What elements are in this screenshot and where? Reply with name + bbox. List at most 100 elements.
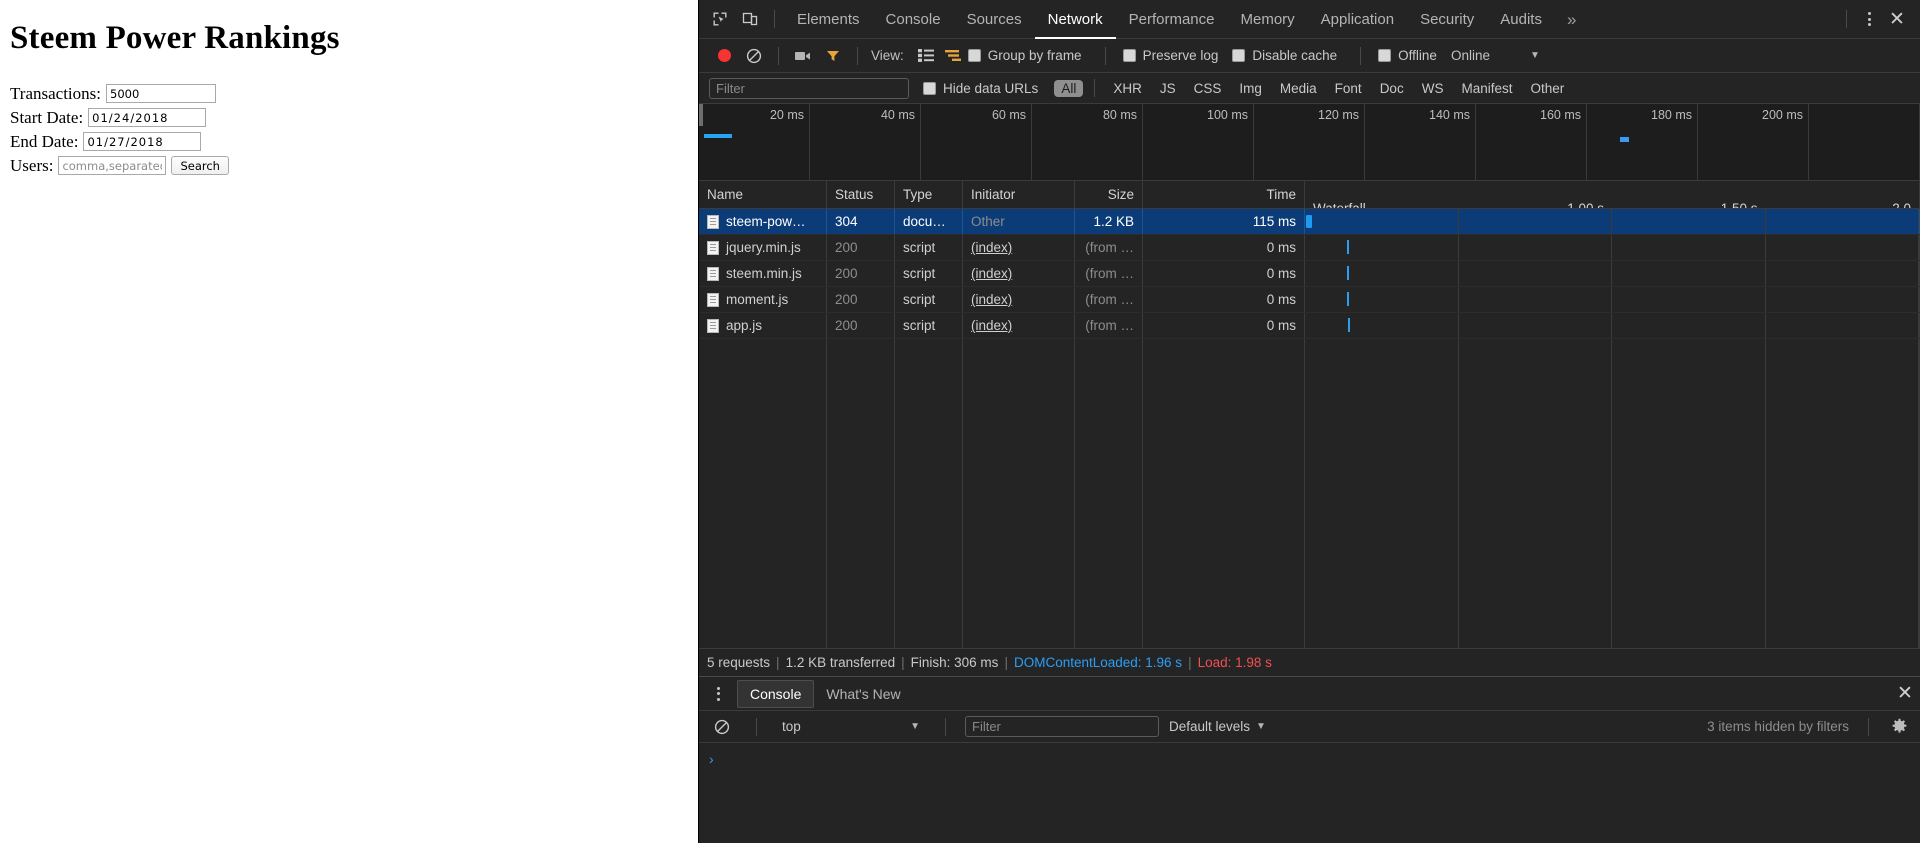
console-filter-input[interactable]: [965, 716, 1159, 737]
hide-data-urls-checkbox[interactable]: Hide data URLs: [923, 81, 1038, 96]
resource-type-all[interactable]: All: [1054, 79, 1084, 97]
checkbox-box-offline[interactable]: [1378, 49, 1392, 62]
cell-initiator: (index): [963, 313, 1075, 338]
start-date-input[interactable]: [88, 108, 207, 127]
column-header-size[interactable]: Size: [1075, 181, 1143, 208]
record-icon[interactable]: [709, 43, 739, 69]
column-header-status[interactable]: Status: [827, 181, 895, 208]
column-header-time[interactable]: Time: [1143, 181, 1305, 208]
more-tabs-icon[interactable]: »: [1555, 0, 1588, 39]
tab-memory[interactable]: Memory: [1228, 0, 1308, 39]
end-date-input[interactable]: [83, 132, 202, 151]
cell-type: script: [895, 261, 963, 286]
inspect-element-icon[interactable]: [705, 5, 735, 33]
transactions-input[interactable]: [106, 84, 216, 103]
overview-tick-label: 100 ms: [1207, 108, 1248, 122]
overview-tick: 160 ms: [1476, 104, 1587, 180]
close-devtools-icon[interactable]: ✕: [1882, 6, 1912, 32]
resource-type-xhr[interactable]: XHR: [1106, 80, 1149, 97]
resource-type-ws[interactable]: WS: [1415, 80, 1451, 97]
network-toolbar-divider-4: [1360, 46, 1362, 65]
waterfall-view-icon[interactable]: [940, 44, 968, 68]
filter-icon[interactable]: [818, 43, 848, 69]
cell-name: app.js: [699, 313, 827, 338]
waterfall-bar: [1347, 240, 1349, 254]
tab-application[interactable]: Application: [1308, 0, 1407, 39]
network-filter-input[interactable]: [709, 77, 909, 99]
checkbox-box-preserve-log[interactable]: [1122, 49, 1136, 62]
checkbox-box-group-by-frame[interactable]: [967, 49, 981, 62]
resource-type-other[interactable]: Other: [1523, 80, 1571, 97]
waterfall-tick-label: 2.0: [1892, 200, 1911, 209]
checkbox-box-disable-cache[interactable]: [1232, 49, 1246, 62]
clear-icon[interactable]: [739, 43, 769, 69]
initiator-link[interactable]: (index): [971, 240, 1012, 255]
initiator-link[interactable]: (index): [971, 318, 1012, 333]
close-drawer-icon[interactable]: ✕: [1890, 681, 1920, 707]
device-toolbar-icon[interactable]: [735, 5, 765, 33]
network-overview-timeline[interactable]: 20 ms 40 ms 60 ms 80 ms 100 ms 120 ms 14…: [699, 104, 1920, 181]
tab-console[interactable]: Console: [873, 0, 954, 39]
group-by-frame-checkbox[interactable]: Group by frame: [967, 48, 1082, 63]
tab-security[interactable]: Security: [1407, 0, 1487, 39]
table-row[interactable]: jquery.min.js 200 script (index) (from ……: [699, 235, 1920, 261]
tabstrip-right-controls: ✕: [1837, 6, 1920, 32]
table-row[interactable]: moment.js 200 script (index) (from … 0 m…: [699, 287, 1920, 313]
console-context-value: top: [782, 719, 801, 734]
console-context-select[interactable]: top ▼: [776, 716, 926, 738]
resource-type-js[interactable]: JS: [1153, 80, 1183, 97]
search-button[interactable]: Search: [171, 156, 229, 175]
overview-tick: [1809, 104, 1920, 180]
script-icon: [707, 318, 719, 333]
table-row[interactable]: steem-pow… 304 docu… Other 1.2 KB 115 ms: [699, 209, 1920, 235]
offline-checkbox[interactable]: Offline: [1378, 48, 1437, 63]
resource-type-media[interactable]: Media: [1273, 80, 1324, 97]
cell-time: 0 ms: [1143, 287, 1305, 312]
overview-request-bar: [704, 134, 732, 138]
table-row[interactable]: app.js 200 script (index) (from … 0 ms: [699, 313, 1920, 339]
column-header-initiator[interactable]: Initiator: [963, 181, 1075, 208]
resource-type-css[interactable]: CSS: [1187, 80, 1229, 97]
tab-network[interactable]: Network: [1035, 0, 1116, 39]
column-header-waterfall[interactable]: Waterfall 1.00 s 1.50 s 2.0: [1305, 181, 1920, 208]
tab-performance[interactable]: Performance: [1116, 0, 1228, 39]
form-row-end-date: End Date:: [10, 131, 688, 152]
finish-time: Finish: 306 ms: [910, 655, 999, 670]
column-header-type[interactable]: Type: [895, 181, 963, 208]
resource-type-doc[interactable]: Doc: [1373, 80, 1411, 97]
column-header-name[interactable]: Name: [699, 181, 827, 208]
script-icon: [707, 240, 719, 255]
filter-bar-divider: [1094, 79, 1096, 97]
drawer-tab-whats-new[interactable]: What's New: [814, 681, 912, 707]
chevron-down-icon-levels: ▼: [1256, 721, 1266, 732]
console-levels-select[interactable]: Default levels ▼: [1169, 719, 1266, 734]
clear-console-icon[interactable]: [707, 714, 737, 740]
overview-tick-label: 120 ms: [1318, 108, 1359, 122]
waterfall-bar: [1348, 318, 1350, 332]
drawer-tab-console[interactable]: Console: [737, 679, 815, 708]
script-icon: [707, 266, 719, 281]
disable-cache-checkbox[interactable]: Disable cache: [1232, 48, 1337, 63]
initiator-link[interactable]: (index): [971, 292, 1012, 307]
table-row[interactable]: steem.min.js 200 script (index) (from … …: [699, 261, 1920, 287]
chevron-down-icon-throttling[interactable]: ▼: [1530, 50, 1540, 61]
list-view-icon[interactable]: [912, 44, 940, 68]
overview-window-handle[interactable]: [699, 104, 703, 126]
initiator-link[interactable]: (index): [971, 266, 1012, 281]
web-page-content: Steem Power Rankings Transactions: Start…: [0, 0, 698, 843]
tab-audits[interactable]: Audits: [1487, 0, 1555, 39]
tab-elements[interactable]: Elements: [784, 0, 873, 39]
resource-type-manifest[interactable]: Manifest: [1454, 80, 1519, 97]
throttling-value[interactable]: Online: [1451, 48, 1490, 63]
resource-type-font[interactable]: Font: [1328, 80, 1369, 97]
drawer-more-options-icon[interactable]: [705, 681, 731, 707]
gear-icon[interactable]: [1888, 716, 1910, 738]
resource-type-img[interactable]: Img: [1232, 80, 1269, 97]
capture-screenshots-icon[interactable]: [788, 43, 818, 69]
checkbox-box-hide-data-urls[interactable]: [923, 81, 936, 95]
console-output[interactable]: ›: [699, 743, 1920, 843]
more-options-icon[interactable]: [1856, 6, 1882, 32]
users-input[interactable]: [58, 156, 167, 175]
preserve-log-checkbox[interactable]: Preserve log: [1122, 48, 1218, 63]
tab-sources[interactable]: Sources: [954, 0, 1035, 39]
